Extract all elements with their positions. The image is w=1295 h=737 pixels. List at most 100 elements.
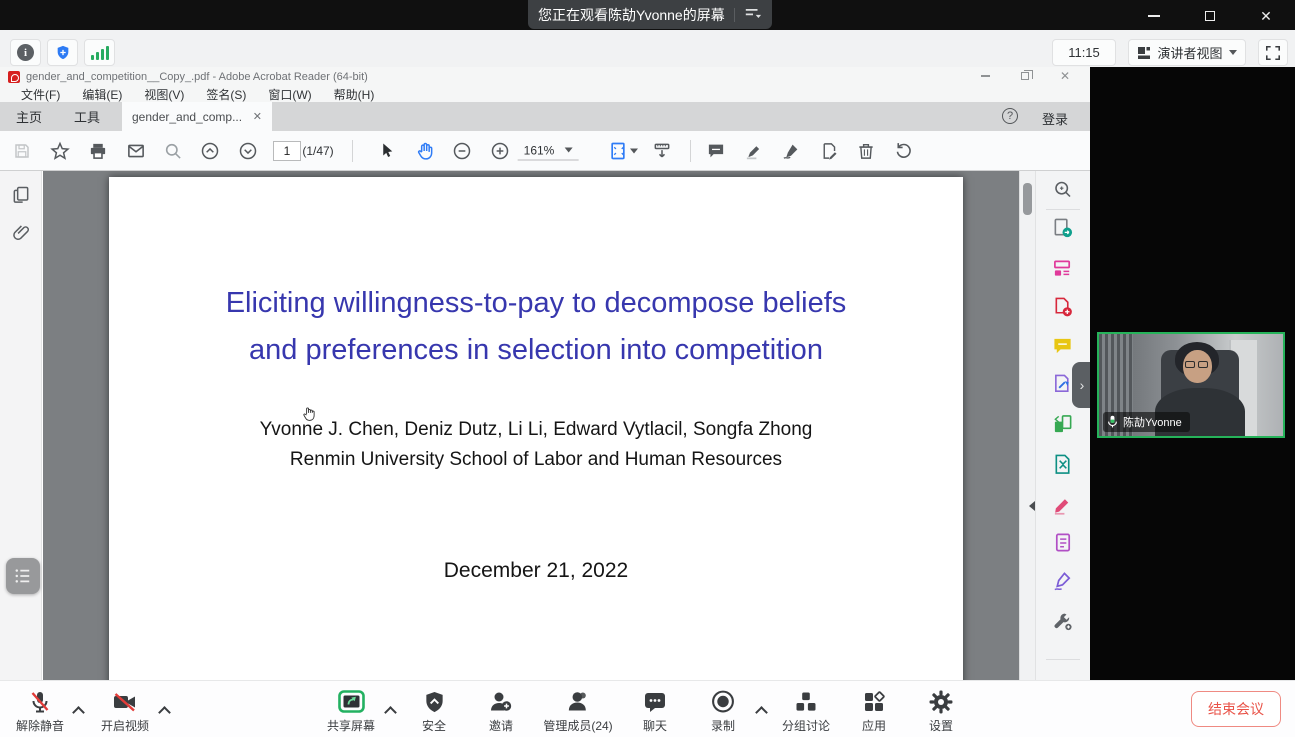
manage-members-button[interactable]: 管理成员(24) [543, 688, 612, 734]
info-icon: i [17, 44, 34, 61]
view-mode-button[interactable]: 演讲者视图 [1128, 39, 1246, 66]
comment-tool-icon[interactable] [1053, 336, 1074, 362]
email-icon[interactable] [127, 141, 146, 160]
previous-page-icon[interactable] [200, 141, 220, 161]
floating-list-button[interactable] [6, 558, 40, 594]
share-screen-button[interactable]: 共享屏幕 [327, 688, 375, 734]
record-label: 录制 [711, 717, 735, 734]
create-pdf-icon[interactable] [1053, 297, 1074, 323]
camera-off-icon [112, 688, 138, 715]
request-signatures-icon[interactable] [1053, 374, 1074, 400]
help-icon[interactable]: ? [1002, 108, 1018, 124]
settings-button[interactable]: 设置 [929, 688, 953, 734]
search-tools-icon[interactable] [1053, 179, 1074, 205]
more-tools-icon[interactable] [1053, 611, 1074, 637]
highlight-icon[interactable] [745, 141, 764, 160]
edit-page-icon[interactable] [820, 141, 839, 160]
unmute-button[interactable]: 解除静音 [16, 688, 64, 734]
menu-sign[interactable]: 签名(S) [195, 86, 257, 103]
video-options-chevron[interactable] [160, 705, 169, 714]
scrollbar-thumb[interactable] [1023, 183, 1032, 215]
close-tab-icon[interactable]: ✕ [253, 110, 262, 123]
unmute-options-chevron[interactable] [74, 705, 83, 714]
page-number-input[interactable]: 1 [273, 141, 301, 161]
network-signal-icon [91, 45, 109, 60]
banner-divider [734, 8, 735, 22]
menu-window[interactable]: 窗口(W) [257, 86, 322, 103]
fill-sign-icon[interactable] [1053, 571, 1074, 597]
menu-view[interactable]: 视图(V) [133, 86, 195, 103]
restore-icon[interactable] [1018, 69, 1032, 83]
apps-button[interactable]: 应用 [862, 688, 886, 734]
organize-pages-icon[interactable] [1053, 258, 1074, 284]
share-options-chevron[interactable] [386, 705, 395, 714]
acrobat-window-title: gender_and_competition__Copy_.pdf - Adob… [26, 71, 368, 83]
video-panel: 陈劼Yvonne [1090, 67, 1295, 680]
rotate-icon[interactable] [894, 141, 913, 160]
tools-panel-collapse-icon[interactable] [1029, 501, 1035, 511]
meeting-protect-button[interactable] [47, 39, 78, 66]
hand-pan-icon[interactable] [415, 141, 435, 161]
record-options-chevron[interactable] [757, 705, 766, 714]
favorite-star-icon[interactable] [50, 141, 70, 161]
sign-pen-icon[interactable] [782, 141, 801, 160]
manage-members-label: 管理成员(24) [543, 717, 612, 734]
acrobat-left-rail [0, 171, 42, 680]
attachments-paperclip-icon[interactable] [11, 223, 31, 248]
protect-pdf-icon[interactable] [1053, 532, 1074, 558]
chevron-down-icon [564, 148, 572, 153]
participant-video-tile[interactable]: 陈劼Yvonne [1097, 332, 1285, 438]
zoom-in-icon[interactable] [490, 141, 510, 161]
page-width-icon[interactable] [652, 141, 672, 161]
sign-in-link[interactable]: 登录 [1042, 109, 1068, 128]
start-video-button[interactable]: 开启视频 [101, 688, 149, 734]
record-circle-icon [711, 688, 736, 715]
document-view[interactable]: Eliciting willingness-to-pay to decompos… [43, 171, 1035, 680]
minimize-icon[interactable] [1139, 8, 1169, 24]
zoom-level-dropdown[interactable]: 161% [518, 141, 579, 160]
add-comment-icon[interactable] [707, 141, 726, 160]
delete-icon[interactable] [857, 141, 876, 160]
tab-tools[interactable]: 工具 [58, 107, 116, 126]
compress-pdf-icon[interactable] [1053, 454, 1074, 480]
apps-label: 应用 [862, 717, 886, 734]
meeting-info-button[interactable]: i [10, 39, 41, 66]
panel-expand-handle[interactable]: › [1072, 362, 1092, 408]
fit-one-page-icon[interactable] [608, 141, 628, 161]
select-cursor-icon[interactable] [378, 142, 396, 160]
minimize-icon[interactable] [978, 69, 992, 83]
security-button[interactable]: 安全 [422, 688, 446, 734]
zoom-out-icon[interactable] [452, 141, 472, 161]
menu-help[interactable]: 帮助(H) [323, 86, 386, 103]
close-icon[interactable]: ✕ [1058, 69, 1072, 83]
fullscreen-button[interactable] [1258, 39, 1288, 66]
page-thumbnails-icon[interactable] [11, 185, 31, 210]
maximize-icon[interactable] [1195, 8, 1225, 24]
search-icon[interactable] [164, 141, 183, 160]
settings-gear-icon [929, 688, 953, 715]
export-pdf-icon[interactable] [1053, 218, 1074, 244]
network-status-button[interactable] [84, 39, 115, 66]
chat-button[interactable]: 聊天 [643, 688, 667, 734]
menu-edit[interactable]: 编辑(E) [71, 86, 133, 103]
record-button[interactable]: 录制 [711, 688, 736, 734]
participant-name: 陈劼Yvonne [1123, 414, 1182, 430]
screen-watch-banner[interactable]: 您正在观看陈劼Yvonne的屏幕 [528, 0, 772, 29]
redact-icon[interactable] [1053, 494, 1074, 520]
next-page-icon[interactable] [238, 141, 258, 161]
chevron-down-icon[interactable] [630, 148, 638, 153]
menu-file[interactable]: 文件(F) [10, 86, 71, 103]
banner-layout-icon[interactable] [744, 7, 762, 23]
page-number-value: 1 [284, 144, 291, 158]
slide-title: Eliciting willingness-to-pay to decompos… [109, 280, 963, 374]
end-meeting-button[interactable]: 结束会议 [1191, 691, 1281, 727]
close-icon[interactable]: ✕ [1251, 8, 1281, 24]
combine-files-icon[interactable] [1053, 414, 1074, 440]
vertical-scrollbar[interactable] [1019, 171, 1035, 680]
breakout-rooms-button[interactable]: 分组讨论 [782, 688, 830, 734]
print-icon[interactable] [89, 141, 108, 160]
invite-button[interactable]: 邀请 [489, 688, 513, 734]
save-icon[interactable] [13, 142, 31, 160]
tab-document[interactable]: gender_and_comp... ✕ [122, 102, 272, 131]
tab-home[interactable]: 主页 [0, 107, 58, 126]
